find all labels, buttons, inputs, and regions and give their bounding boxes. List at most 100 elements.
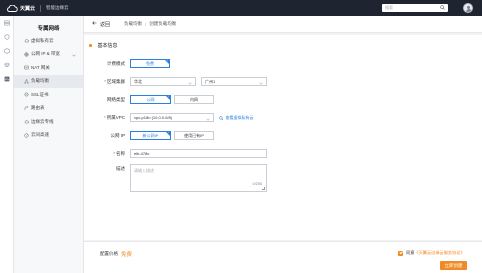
rail-shield-icon[interactable] bbox=[0, 30, 14, 44]
network-private-option[interactable]: 内网 bbox=[174, 95, 214, 104]
network-public-text: 公网 bbox=[146, 96, 155, 102]
user-avatar[interactable] bbox=[463, 3, 473, 13]
balance-icon bbox=[24, 79, 29, 84]
region-select[interactable]: 华北 bbox=[130, 77, 196, 86]
sidebar-item-eip[interactable]: 公网 IP & 带宽 bbox=[14, 48, 83, 62]
rail-layers-icon[interactable] bbox=[0, 58, 14, 72]
sidebar-item-nat[interactable]: NAT 网关 bbox=[14, 61, 83, 75]
footer-bar: 配置价格 免费 同意 《天翼云边缘云服务协议》 立即创建 bbox=[84, 241, 482, 273]
cluster-select[interactable]: 广州1 bbox=[201, 77, 267, 86]
section-title: 基本信息 bbox=[89, 42, 118, 49]
page-header: 返回 负载均衡 / 创建负载均衡 bbox=[84, 16, 482, 33]
sidebar-item-label: 云间高速 bbox=[31, 132, 49, 138]
network-private-text: 内网 bbox=[190, 96, 198, 102]
vpc-select[interactable]: vpc-p18n (10.0.0.0/8) bbox=[130, 113, 214, 122]
check-icon: ✓ bbox=[167, 95, 170, 99]
rail-server-icon[interactable] bbox=[0, 16, 14, 30]
speed-icon bbox=[24, 133, 29, 138]
sidebar-item-ssl[interactable]: SSL证书 bbox=[14, 88, 83, 102]
billing-label: 计费模式 bbox=[107, 61, 125, 66]
public-ip-label: 公网 IP bbox=[110, 133, 125, 138]
arrow-left-icon bbox=[92, 21, 97, 27]
rail-network-icon[interactable] bbox=[0, 72, 14, 86]
product-title: 智能边缘云 bbox=[46, 5, 69, 10]
check-icon: ✓ bbox=[166, 59, 169, 63]
desc-placeholder: 请输入描述 bbox=[134, 168, 154, 173]
agree-prefix: 同意 bbox=[406, 250, 415, 255]
sidebar: 专属网络 虚拟私有云 公网 IP & 带宽 NAT 网关 负载均衡 SSL证书 … bbox=[14, 16, 84, 273]
price-value: 免费 bbox=[121, 252, 133, 258]
top-bar: 天翼云 智能边缘云 搜索 bbox=[0, 0, 482, 16]
sidebar-item-label: 虚拟私有云 bbox=[31, 37, 54, 43]
resize-handle[interactable] bbox=[262, 187, 265, 190]
chevron-down-icon bbox=[206, 117, 210, 122]
region-value: 华北 bbox=[134, 78, 142, 84]
globe-icon bbox=[24, 52, 29, 57]
billing-free-option[interactable]: 免费 ✓ bbox=[130, 59, 170, 68]
form-panel: 基本信息 计费模式 免费 ✓ *区域集群 华北 广州1 网络类型 公网 ✓ 内网… bbox=[84, 35, 482, 240]
network-public-option[interactable]: 公网 ✓ bbox=[130, 95, 171, 104]
sidebar-item-cloud-connect[interactable]: 云间高速 bbox=[14, 129, 83, 143]
chevron-down-icon bbox=[259, 81, 263, 86]
back-button[interactable]: 返回 bbox=[92, 21, 110, 28]
cloud-icon bbox=[24, 38, 29, 43]
sidebar-item-label: SSL证书 bbox=[31, 91, 49, 97]
certificate-icon bbox=[24, 92, 29, 97]
sidebar-item-label: 路由表 bbox=[31, 105, 45, 111]
sidebar-item-vpc[interactable]: 虚拟私有云 bbox=[14, 34, 83, 48]
vpc-label: *所属VPC bbox=[103, 115, 125, 120]
name-label: *名称 bbox=[113, 151, 125, 156]
vpc-value: vpc-p18n (10.0.0.0/8) bbox=[134, 115, 173, 120]
sidebar-item-route-table[interactable]: 路由表 bbox=[14, 102, 83, 116]
cloud-logo-icon bbox=[6, 4, 18, 12]
breadcrumb-separator: / bbox=[145, 21, 147, 27]
route-icon bbox=[24, 105, 29, 111]
terms-link[interactable]: 《天翼云边缘云服务协议》 bbox=[414, 250, 464, 256]
sidebar-item-label: 公网 IP & 带宽 bbox=[31, 51, 60, 57]
new-public-ip-option[interactable]: 新公网IP ✓ bbox=[130, 131, 171, 140]
breadcrumb-load-balancer[interactable]: 负载均衡 bbox=[124, 21, 142, 27]
breadcrumb-current: 创建负载均衡 bbox=[149, 21, 177, 26]
line-icon bbox=[24, 119, 29, 124]
network-type-label: 网络类型 bbox=[107, 97, 125, 102]
check-icon: ✓ bbox=[167, 131, 170, 135]
sidebar-item-label: 边缘云专线 bbox=[31, 118, 54, 124]
existing-ip-option[interactable]: 使用已有IP bbox=[174, 131, 214, 140]
rail-box-icon[interactable] bbox=[0, 44, 14, 58]
section-title-text: 基本信息 bbox=[97, 43, 118, 49]
search-input[interactable]: 搜索 bbox=[382, 4, 448, 12]
existing-ip-text: 使用已有IP bbox=[184, 132, 204, 138]
sidebar-item-dedicated-line[interactable]: 边缘云专线 bbox=[14, 115, 83, 129]
price-label: 配置价格 bbox=[100, 251, 118, 256]
sidebar-item-label: NAT 网关 bbox=[31, 64, 50, 70]
name-value: elb-478c bbox=[134, 151, 150, 156]
search-icon[interactable] bbox=[440, 4, 445, 12]
sidebar-item-load-balancer[interactable]: 负载均衡 bbox=[14, 74, 83, 88]
region-label: *区域集群 bbox=[104, 79, 125, 84]
agreement: 同意 《天翼云边缘云服务协议》 bbox=[398, 250, 465, 256]
description-textarea[interactable]: 请输入描述 0/255 bbox=[130, 164, 267, 192]
create-button[interactable]: 立即创建 bbox=[440, 261, 467, 270]
billing-option-text: 免费 bbox=[146, 60, 154, 66]
nat-icon bbox=[24, 65, 29, 70]
icon-rail bbox=[0, 16, 14, 273]
section-dot bbox=[89, 44, 92, 47]
sidebar-title: 专属网络 bbox=[37, 26, 60, 32]
desc-label: 描述 bbox=[116, 166, 125, 171]
avatar-body bbox=[465, 9, 472, 12]
chevron-down-icon bbox=[72, 53, 76, 58]
back-label: 返回 bbox=[100, 21, 111, 28]
agreement-checkbox[interactable] bbox=[398, 250, 403, 256]
cluster-value: 广州1 bbox=[205, 78, 216, 84]
char-counter: 0/255 bbox=[252, 182, 262, 186]
chevron-down-icon bbox=[188, 81, 192, 86]
brand-name: 天翼云 bbox=[20, 5, 36, 12]
search-placeholder: 搜索 bbox=[385, 5, 393, 10]
view-vpc-link[interactable]: 查看虚拟私有云 bbox=[219, 115, 254, 121]
breadcrumb: 负载均衡 / 创建负载均衡 bbox=[124, 21, 176, 27]
view-vpc-text: 查看虚拟私有云 bbox=[225, 115, 254, 120]
topbar-divider bbox=[40, 4, 42, 12]
name-input[interactable]: elb-478c bbox=[130, 149, 267, 158]
sidebar-item-label: 负载均衡 bbox=[31, 78, 49, 84]
brand-logo[interactable]: 天翼云 bbox=[6, 4, 36, 12]
